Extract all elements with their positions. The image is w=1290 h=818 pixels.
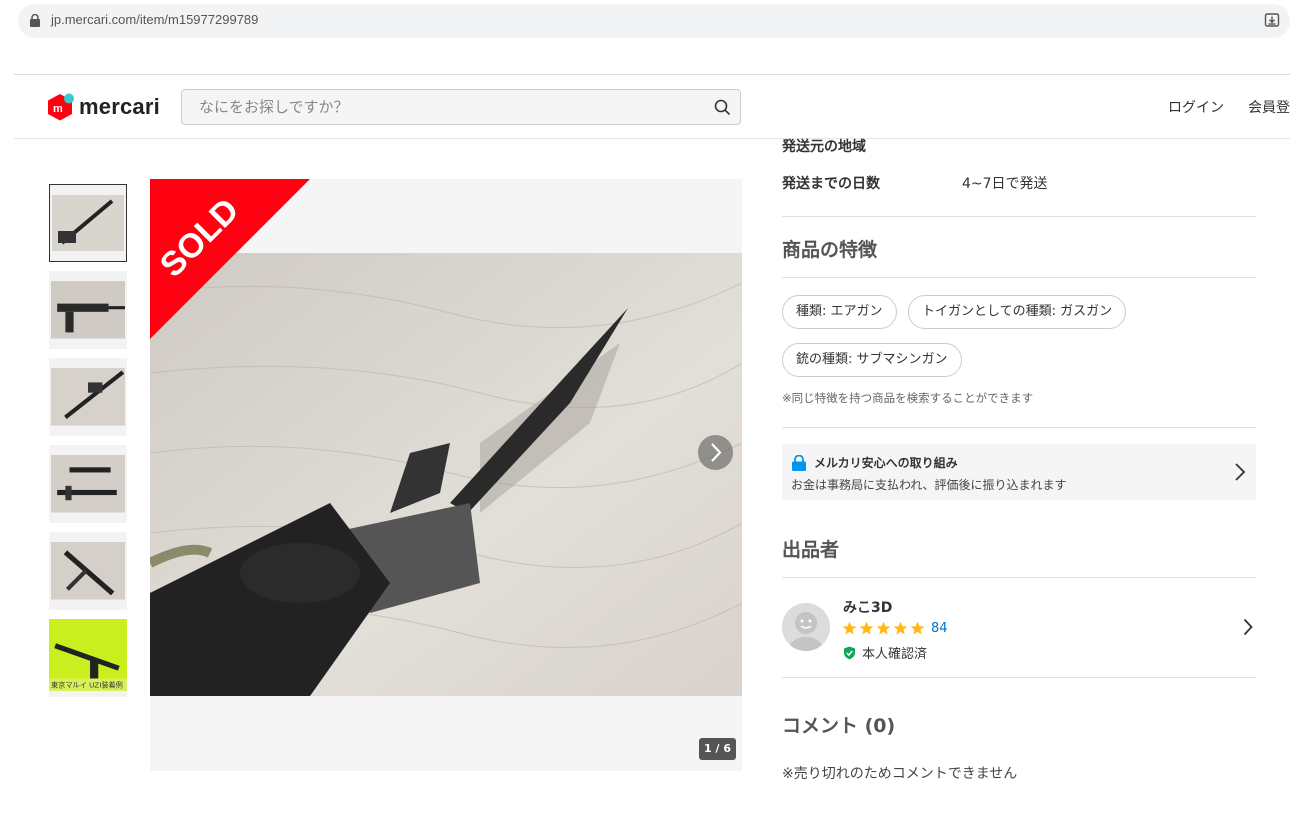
mercari-logo[interactable]: m mercari bbox=[46, 92, 160, 122]
svg-text:m: m bbox=[53, 103, 63, 115]
install-app-icon[interactable] bbox=[1264, 12, 1280, 28]
chevron-right-icon bbox=[1235, 463, 1246, 481]
star-icon bbox=[842, 621, 857, 635]
thumbnail-image bbox=[51, 368, 125, 426]
thumbnail-6[interactable]: 東京マルイ UZI装着例 bbox=[49, 619, 127, 697]
search-box[interactable] bbox=[181, 89, 741, 125]
divider bbox=[782, 277, 1256, 278]
safety-title: メルカリ安心への取り組み bbox=[814, 456, 958, 470]
mercari-safety-banner[interactable]: メルカリ安心への取り組み お金は事務局に支払われ、評価後に振り込まれます bbox=[782, 444, 1256, 500]
register-link[interactable]: 会員登 bbox=[1248, 97, 1290, 117]
mercari-logo-icon: m bbox=[48, 93, 74, 121]
chevron-right-icon[interactable] bbox=[1243, 618, 1253, 636]
feature-chip-toygun-type[interactable]: トイガンとしての種類: ガスガン bbox=[908, 295, 1127, 329]
divider bbox=[782, 577, 1256, 578]
review-count[interactable]: 84 bbox=[931, 621, 948, 636]
thumbnail-caption: 東京マルイ UZI装着例 bbox=[51, 681, 123, 690]
comments-closed-note: ※売り切れのためコメントできません bbox=[782, 766, 1018, 782]
comments-title: コメント (0) bbox=[782, 715, 896, 737]
thumbnail-1[interactable] bbox=[49, 184, 127, 262]
features-title: 商品の特徴 bbox=[782, 239, 878, 261]
divider bbox=[782, 677, 1256, 678]
star-icon bbox=[876, 621, 891, 635]
seller-avatar[interactable] bbox=[782, 603, 830, 651]
feature-chip-type[interactable]: 種類: エアガン bbox=[782, 295, 897, 329]
thumbnail-5[interactable] bbox=[49, 532, 127, 610]
safety-description: お金は事務局に支払われ、評価後に振り込まれます bbox=[791, 478, 1067, 492]
search-icon[interactable] bbox=[714, 99, 731, 116]
divider bbox=[782, 427, 1256, 428]
star-icon bbox=[859, 621, 874, 635]
thumbnail-4[interactable] bbox=[49, 445, 127, 523]
lock-icon bbox=[30, 14, 40, 27]
ship-from-label: 発送元の地域 bbox=[782, 139, 866, 155]
logo-text: mercari bbox=[79, 94, 160, 119]
ship-days-value: 4~7日で発送 bbox=[962, 176, 1048, 192]
thumbnail-image: 東京マルイ UZI装着例 bbox=[49, 619, 127, 691]
thumbnail-3[interactable] bbox=[49, 358, 127, 436]
star-icon bbox=[893, 621, 908, 635]
features-note: ※同じ特徴を持つ商品を検索することができます bbox=[782, 391, 1034, 405]
identity-verified: 本人確認済 bbox=[843, 643, 927, 662]
image-counter: 1 / 6 bbox=[699, 738, 736, 760]
thumbnail-image bbox=[52, 195, 124, 251]
seller-rating: 84 bbox=[842, 621, 948, 636]
sold-badge: SOLD bbox=[150, 179, 310, 339]
url-text: jp.mercari.com/item/m15977299789 bbox=[51, 12, 259, 27]
verified-shield-icon bbox=[844, 646, 855, 659]
main-product-image[interactable]: SOLD 1 / 6 bbox=[150, 179, 742, 771]
next-image-button[interactable] bbox=[698, 435, 733, 470]
thumbnail-image bbox=[51, 542, 125, 600]
avatar-placeholder-icon bbox=[782, 603, 830, 651]
star-icon bbox=[910, 621, 925, 635]
login-link[interactable]: ログイン bbox=[1168, 97, 1224, 117]
verified-label: 本人確認済 bbox=[862, 647, 928, 662]
search-input[interactable] bbox=[182, 90, 740, 124]
feature-chip-gun-type[interactable]: 銃の種類: サブマシンガン bbox=[782, 343, 962, 377]
address-bar[interactable]: jp.mercari.com/item/m15977299789 bbox=[18, 4, 1290, 38]
divider bbox=[782, 216, 1256, 217]
header-top-divider bbox=[14, 74, 1290, 75]
lock-icon bbox=[792, 455, 806, 471]
thumbnail-image bbox=[51, 281, 125, 339]
header-bottom-divider bbox=[14, 138, 1290, 139]
thumbnail-image bbox=[51, 455, 125, 513]
ship-days-label: 発送までの日数 bbox=[782, 176, 880, 192]
seller-section-title: 出品者 bbox=[782, 539, 840, 561]
thumbnail-2[interactable] bbox=[49, 271, 127, 349]
seller-name[interactable]: みこ3D bbox=[843, 597, 892, 617]
chevron-right-icon bbox=[711, 443, 722, 462]
